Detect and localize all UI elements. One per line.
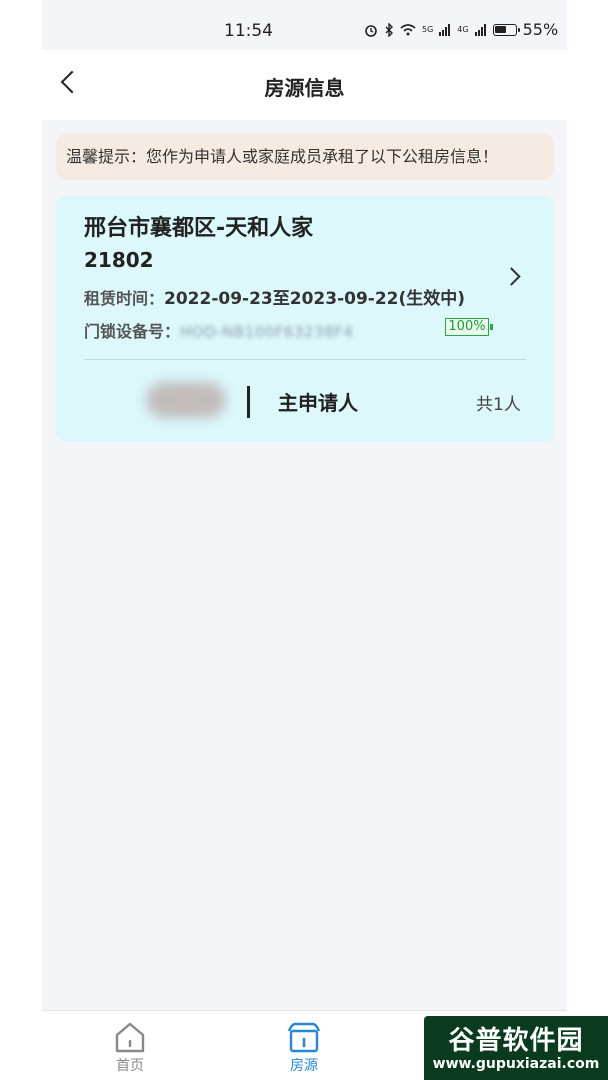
status-icons: 5G 4G 55% (364, 20, 558, 39)
alarm-icon (365, 24, 377, 37)
chevron-right-icon[interactable] (502, 267, 521, 286)
watermark-title: 谷普软件园 (448, 1026, 584, 1056)
network-5g-label: 5G (422, 25, 434, 34)
signal-icon (439, 23, 451, 36)
lock-battery-badge: 100% (445, 318, 493, 336)
member-role: 主申请人 (278, 391, 358, 415)
member-name-blurred (146, 382, 226, 418)
home-icon (115, 1022, 145, 1053)
property-unit: 21802 (84, 248, 154, 272)
status-time: 11:54 (224, 21, 273, 41)
app-screen: 11:54 5G 4G 55% 房源信息 温馨提示：您作为申请人或家庭成员承租了… (42, 0, 567, 1080)
lock-device-id: HOD-NB100F63238F4 (180, 323, 354, 341)
property-title: 邢台市襄都区-天和人家 (84, 216, 314, 241)
network-4g-label: 4G (457, 25, 469, 34)
house-icon (287, 1022, 321, 1053)
notice-banner: 温馨提示：您作为申请人或家庭成员承租了以下公租房信息！ (56, 134, 554, 180)
header-bar: 房源信息 (42, 50, 567, 120)
member-separator (247, 386, 250, 418)
signal-icon (474, 23, 486, 36)
property-card[interactable]: 邢台市襄都区-天和人家 21802 租赁时间：2022-09-23至2023-0… (56, 196, 554, 442)
bluetooth-icon (385, 22, 393, 37)
battery-percent: 55% (522, 20, 559, 39)
battery-icon (492, 23, 520, 36)
tab-home-label: 首页 (116, 1058, 144, 1074)
watermark-logo: 谷普软件园 www.gupuxiazai.com (424, 1016, 608, 1080)
watermark-url: www.gupuxiazai.com (432, 1056, 600, 1072)
lock-label: 门锁设备号： (84, 322, 181, 341)
page-title: 房源信息 (264, 76, 345, 100)
lock-row: 门锁设备号：HOD-NB100F63238F4 (84, 318, 353, 342)
card-divider (84, 359, 526, 360)
tab-house-label: 房源 (290, 1058, 318, 1074)
member-count: 共1人 (476, 395, 521, 415)
status-bar: 11:54 5G 4G 55% (42, 0, 567, 50)
tab-house[interactable]: 房源 (254, 1011, 354, 1080)
tab-home[interactable]: 首页 (80, 1011, 180, 1080)
lease-value: 2022-09-23至2023-09-22(生效中) (164, 289, 466, 309)
lease-label: 租赁时间： (84, 289, 165, 308)
lease-row: 租赁时间：2022-09-23至2023-09-22(生效中) (84, 284, 465, 309)
wifi-icon (400, 23, 416, 35)
